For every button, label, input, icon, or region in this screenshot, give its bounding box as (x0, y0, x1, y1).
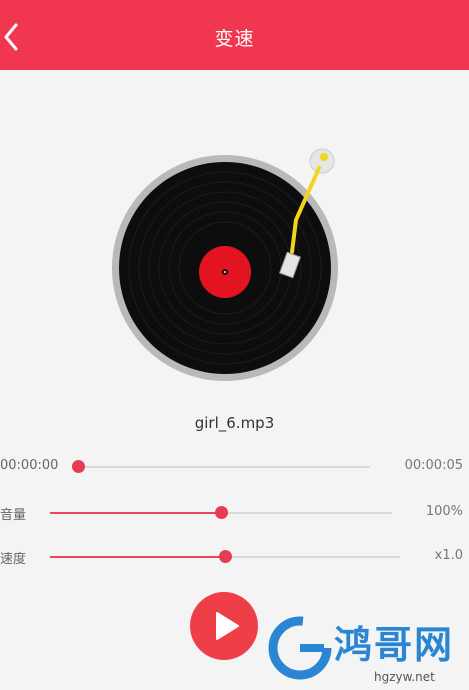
page-title: 变速 (214, 28, 255, 50)
play-button[interactable] (190, 592, 258, 660)
turntable (100, 140, 350, 390)
watermark: 鸿哥网 hgzyw.net (268, 612, 468, 690)
speed-value: x1.0 (434, 548, 463, 563)
progress-thumb[interactable] (72, 460, 85, 473)
volume-fill (50, 512, 221, 514)
progress-row: 00:00:00 00:00:05 (0, 455, 469, 479)
speed-label: 速度 (0, 552, 27, 567)
volume-slider[interactable] (50, 506, 392, 519)
volume-value: 100% (425, 504, 463, 519)
speed-row: 速度 x1.0 (0, 545, 469, 569)
title-bar: 变速 (0, 0, 469, 70)
tonearm-pivot (309, 148, 335, 174)
play-icon (216, 612, 239, 640)
volume-row: 音量 100% (0, 501, 469, 525)
watermark-url: hgzyw.net (374, 670, 435, 684)
volume-label: 音量 (0, 508, 27, 523)
speed-thumb[interactable] (219, 550, 232, 563)
volume-thumb[interactable] (215, 506, 228, 519)
speed-fill (50, 556, 225, 558)
current-time: 00:00:00 (0, 458, 59, 473)
progress-slider[interactable] (72, 460, 370, 473)
speed-slider[interactable] (50, 550, 400, 563)
file-name: girl_6.mp3 (194, 414, 275, 432)
total-time: 00:00:05 (404, 458, 463, 473)
watermark-text: 鸿哥网 (334, 623, 455, 667)
watermark-logo (268, 616, 332, 680)
